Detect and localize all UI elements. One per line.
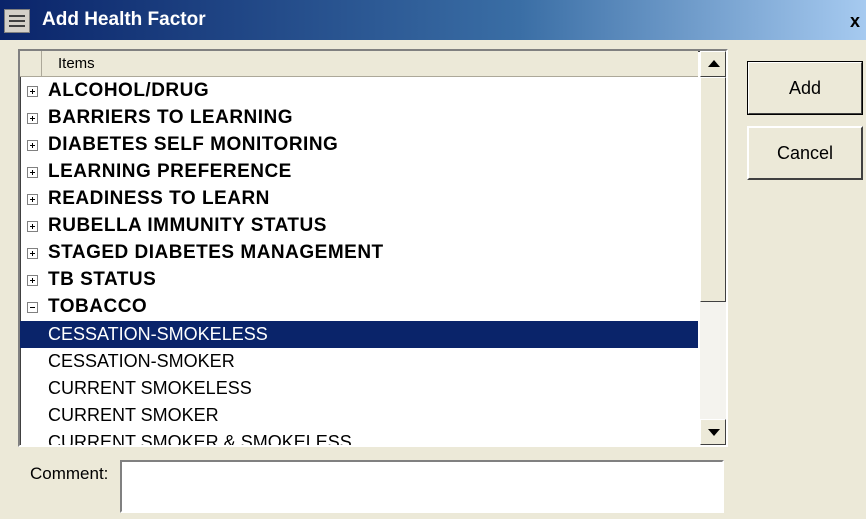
- item-label: CURRENT SMOKELESS: [48, 378, 252, 398]
- scroll-down-arrow-icon: [708, 429, 720, 436]
- title-bar[interactable]: Add Health Factor x: [0, 0, 866, 40]
- item-label: CURRENT SMOKER & SMOKELESS: [48, 432, 352, 447]
- list-item-cessation-smokeless[interactable]: CESSATION-SMOKELESS: [20, 321, 698, 348]
- category-row-learning-preference[interactable]: LEARNING PREFERENCE: [20, 159, 698, 186]
- items-column-header: Items: [58, 55, 95, 72]
- category-label: STAGED DIABETES MANAGEMENT: [48, 242, 384, 263]
- comment-label: Comment:: [30, 464, 109, 483]
- category-label: READINESS TO LEARN: [48, 188, 270, 209]
- list-item-current-smoker-and-smokeless[interactable]: CURRENT SMOKER & SMOKELESS: [20, 429, 698, 447]
- scroll-thumb[interactable]: [700, 77, 726, 302]
- category-row-rubella-immunity-status[interactable]: RUBELLA IMMUNITY STATUS: [20, 213, 698, 240]
- plus-box-icon[interactable]: [27, 248, 38, 259]
- form-icon: [4, 9, 30, 33]
- category-row-readiness-to-learn[interactable]: READINESS TO LEARN: [20, 186, 698, 213]
- category-row-tb-status[interactable]: TB STATUS: [20, 267, 698, 294]
- plus-box-icon[interactable]: [27, 275, 38, 286]
- minus-box-icon[interactable]: [27, 302, 38, 313]
- comment-field[interactable]: [120, 460, 724, 513]
- plus-box-icon[interactable]: [27, 113, 38, 124]
- plus-box-icon[interactable]: [27, 221, 38, 232]
- category-row-staged-diabetes-management[interactable]: STAGED DIABETES MANAGEMENT: [20, 240, 698, 267]
- category-row-alcohol-drug[interactable]: ALCOHOL/DRUG: [20, 78, 698, 105]
- plus-box-icon[interactable]: [27, 194, 38, 205]
- scroll-down-button[interactable]: [700, 419, 726, 445]
- list-header[interactable]: Items: [20, 51, 698, 77]
- list-rows: ALCOHOL/DRUG BARRIERS TO LEARNING DIABET…: [20, 78, 698, 447]
- item-label: CURRENT SMOKER: [48, 405, 219, 425]
- health-factor-list[interactable]: Items ALCOHOL/DRUG BARRIERS TO LEARNING …: [18, 49, 728, 447]
- list-item-current-smoker[interactable]: CURRENT SMOKER: [20, 402, 698, 429]
- category-row-diabetes-self-monitoring[interactable]: DIABETES SELF MONITORING: [20, 132, 698, 159]
- list-item-cessation-smoker[interactable]: CESSATION-SMOKER: [20, 348, 698, 375]
- plus-box-icon[interactable]: [27, 86, 38, 97]
- add-button[interactable]: Add: [747, 61, 863, 115]
- category-label: BARRIERS TO LEARNING: [48, 107, 294, 128]
- category-label: RUBELLA IMMUNITY STATUS: [48, 215, 327, 236]
- category-row-barriers-to-learning[interactable]: BARRIERS TO LEARNING: [20, 105, 698, 132]
- plus-box-icon[interactable]: [27, 140, 38, 151]
- plus-box-icon[interactable]: [27, 167, 38, 178]
- header-corner: [20, 51, 42, 77]
- scroll-up-arrow-icon: [708, 60, 720, 67]
- item-label: CESSATION-SMOKER: [48, 351, 235, 371]
- category-row-tobacco[interactable]: TOBACCO: [20, 294, 698, 321]
- list-item-current-smokeless[interactable]: CURRENT SMOKELESS: [20, 375, 698, 402]
- category-label: DIABETES SELF MONITORING: [48, 134, 339, 155]
- window-title: Add Health Factor: [42, 9, 206, 30]
- category-label: TOBACCO: [48, 296, 148, 317]
- category-label: LEARNING PREFERENCE: [48, 161, 292, 182]
- category-label: ALCOHOL/DRUG: [48, 80, 210, 101]
- scroll-up-button[interactable]: [700, 51, 726, 77]
- close-icon[interactable]: x: [850, 10, 866, 32]
- category-label: TB STATUS: [48, 269, 157, 290]
- vertical-scrollbar[interactable]: [700, 51, 726, 445]
- item-label: CESSATION-SMOKELESS: [48, 324, 268, 344]
- cancel-button[interactable]: Cancel: [747, 126, 863, 180]
